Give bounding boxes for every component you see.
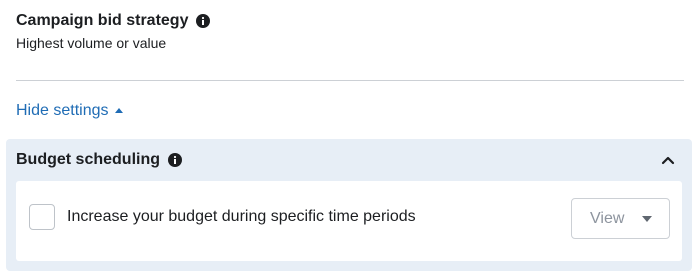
hide-settings-link[interactable]: Hide settings: [16, 102, 123, 120]
info-icon[interactable]: [196, 14, 211, 28]
budget-scheduling-body: Increase your budget during specific tim…: [16, 181, 682, 261]
bid-strategy-title-row: Campaign bid strategy: [16, 10, 684, 32]
budget-scheduling-header[interactable]: Budget scheduling: [16, 149, 682, 171]
caret-up-icon: [114, 107, 123, 113]
info-icon[interactable]: [168, 153, 182, 167]
budget-scheduling-title: Budget scheduling: [16, 151, 160, 168]
section-divider: [16, 80, 684, 81]
bid-strategy-value: Highest volume or value: [16, 35, 167, 51]
chevron-up-icon[interactable]: [660, 152, 676, 168]
hide-settings-label: Hide settings: [16, 102, 109, 119]
increase-budget-checkbox[interactable]: [29, 204, 55, 230]
view-dropdown-button[interactable]: View: [571, 198, 670, 239]
caret-down-icon: [642, 216, 652, 222]
budget-scheduling-panel: Budget scheduling Increase your budget d…: [6, 139, 692, 271]
view-button-label: View: [590, 209, 625, 227]
increase-budget-label[interactable]: Increase your budget during specific tim…: [67, 208, 416, 226]
bid-strategy-title: Campaign bid strategy: [16, 12, 189, 29]
bid-strategy-section: Campaign bid strategy Highest volume or …: [16, 10, 684, 51]
